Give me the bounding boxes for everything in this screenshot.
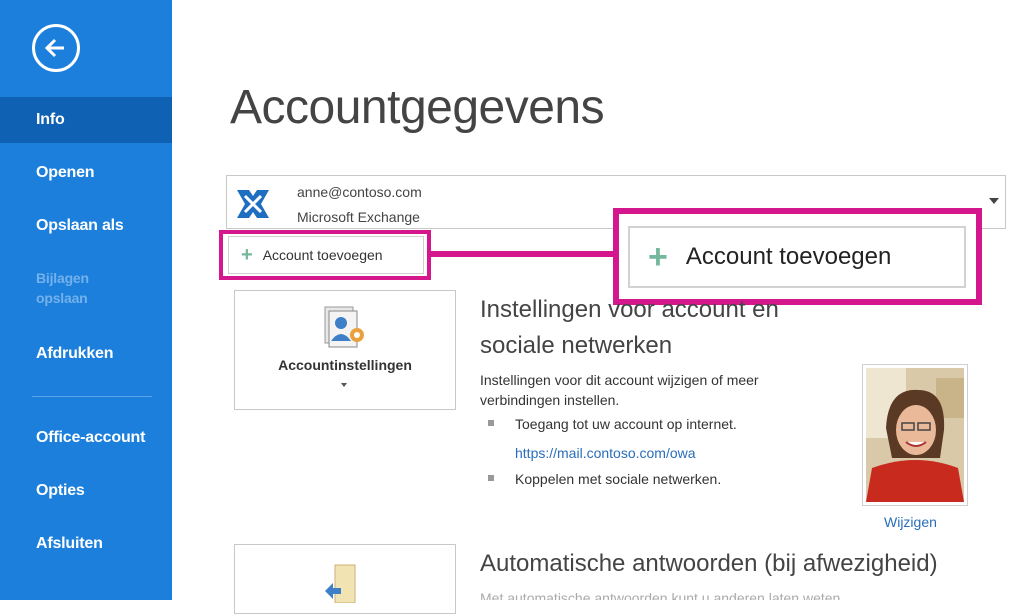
backstage-sidebar: Info Openen Opslaan als Bijlagen opslaan… <box>0 0 172 600</box>
social-networks-text: Koppelen met sociale netwerken. <box>515 471 722 487</box>
add-account-button-zoomed[interactable]: + Account toevoegen <box>628 226 966 288</box>
auto-reply-description: Met automatische antwoorden kunt u ander… <box>480 590 841 600</box>
exchange-icon <box>234 185 272 223</box>
nav-info[interactable]: Info <box>0 97 172 143</box>
callout-connector <box>431 251 613 257</box>
plus-icon: + <box>648 238 668 276</box>
nav-opslaan-als[interactable]: Opslaan als <box>0 203 172 249</box>
add-account-label: Account toevoegen <box>262 247 383 263</box>
back-button[interactable] <box>32 24 80 72</box>
auto-reply-icon <box>325 564 356 603</box>
account-type: Microsoft Exchange <box>297 209 420 225</box>
nav-opties[interactable]: Opties <box>0 468 172 514</box>
account-email: anne@contoso.com <box>297 184 422 200</box>
nav-afdrukken[interactable]: Afdrukken <box>0 331 172 377</box>
account-settings-label: Accountinstellingen <box>278 357 412 373</box>
profile-photo <box>866 368 964 502</box>
bullet-icon <box>488 420 494 426</box>
nav-openen[interactable]: Openen <box>0 150 172 196</box>
profile-photo-frame <box>862 364 968 506</box>
nav-afsluiten[interactable]: Afsluiten <box>0 521 172 567</box>
add-account-zoomed-label: Account toevoegen <box>685 243 892 270</box>
settings-heading: Instellingen voor account en sociale net… <box>480 296 779 359</box>
add-account-button[interactable]: + Account toevoegen <box>228 236 424 274</box>
change-photo-link[interactable]: Wijzigen <box>884 514 937 530</box>
bullet-icon <box>488 475 494 481</box>
auto-reply-tile[interactable] <box>234 544 456 614</box>
auto-reply-heading: Automatische antwoorden (bij afwezigheid… <box>480 550 938 577</box>
account-settings-tile[interactable]: Accountinstellingen <box>234 290 456 410</box>
nav-office-account[interactable]: Office-account <box>0 415 172 461</box>
sidebar-divider <box>32 396 152 397</box>
back-arrow-icon <box>44 38 64 58</box>
web-access-text: Toegang tot uw account op internet. <box>515 416 737 432</box>
account-settings-icon <box>324 306 364 348</box>
chevron-down-icon <box>341 383 347 387</box>
owa-link[interactable]: https://mail.contoso.com/owa <box>515 445 696 461</box>
page-title: Accountgegevens <box>230 81 605 134</box>
dropdown-arrow-icon <box>989 198 999 204</box>
settings-description: Instellingen voor dit account wijzigen o… <box>480 372 759 408</box>
nav-bijlagen-opslaan: Bijlagen opslaan <box>36 270 89 306</box>
plus-icon: + <box>241 244 253 266</box>
